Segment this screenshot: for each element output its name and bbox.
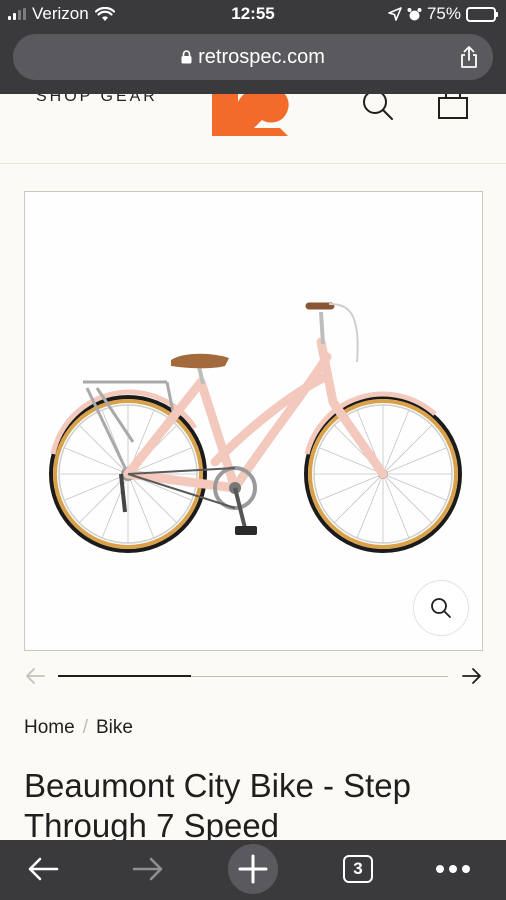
product-title: Beaumont City Bike - Step Through 7 Spee… <box>24 767 412 844</box>
address-bar[interactable]: retrospec.com <box>13 34 493 80</box>
arrow-left-icon[interactable] <box>24 664 46 688</box>
browser-address-area: retrospec.com <box>0 30 506 94</box>
battery-icon <box>466 6 498 22</box>
zoom-icon <box>431 598 451 618</box>
retrospec-logo[interactable] <box>208 94 294 138</box>
alarm-icon <box>407 7 422 20</box>
new-tab-circle <box>228 844 278 894</box>
status-right: 75% <box>388 4 498 24</box>
shop-gear-menu[interactable]: SHOP GEAR <box>36 94 158 106</box>
status-bar: Verizon 12:55 75% <box>0 0 506 30</box>
gallery-navigation <box>24 664 483 690</box>
url-text: retrospec.com <box>198 45 325 68</box>
forward-icon <box>132 857 163 881</box>
gallery-progress-track[interactable] <box>58 675 448 677</box>
product-image <box>49 302 462 553</box>
battery-percent: 75% <box>426 4 461 23</box>
tabs-icon: 3 <box>343 855 373 883</box>
forward-button[interactable] <box>123 844 173 894</box>
back-button[interactable] <box>18 844 68 894</box>
more-button[interactable] <box>428 844 478 894</box>
new-tab-button[interactable] <box>228 844 278 894</box>
cart-icon[interactable] <box>436 94 470 122</box>
location-icon <box>388 7 402 21</box>
back-icon <box>28 857 59 881</box>
zoom-button[interactable] <box>413 580 469 636</box>
breadcrumb-separator: / <box>82 717 88 738</box>
bike-frame <box>123 337 388 493</box>
breadcrumb-current[interactable]: Bike <box>96 717 133 739</box>
plus-icon <box>238 854 268 884</box>
share-icon[interactable] <box>459 45 479 69</box>
product-image-gallery[interactable] <box>24 191 483 651</box>
more-icon <box>436 865 470 873</box>
site-header: SHOP GEAR <box>0 94 506 164</box>
breadcrumb-home[interactable]: Home <box>24 717 75 739</box>
gallery-progress-indicator <box>58 675 191 677</box>
tabs-button[interactable]: 3 <box>333 844 383 894</box>
breadcrumb: Home / Bike <box>24 717 133 739</box>
arrow-right-icon[interactable] <box>461 664 483 688</box>
browser-toolbar: 3 <box>0 840 506 900</box>
lock-icon <box>181 50 192 64</box>
search-icon[interactable] <box>360 94 396 124</box>
